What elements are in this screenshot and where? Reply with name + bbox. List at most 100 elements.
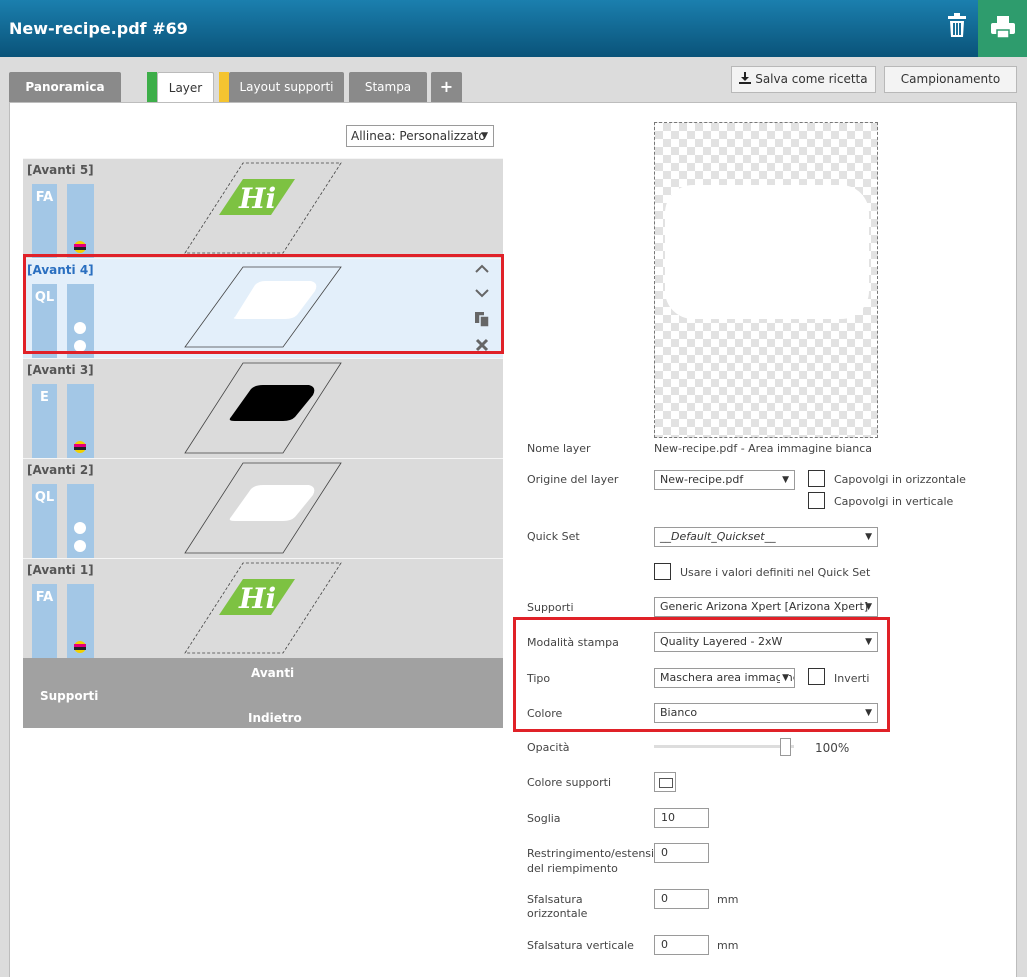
layer-color-lane [67, 184, 94, 259]
threshold-input[interactable]: 10 [654, 808, 709, 828]
flip-vertical-checkbox[interactable] [808, 492, 825, 509]
download-icon [739, 72, 752, 84]
align-dropdown[interactable]: Allinea: Personalizzato ▼ [346, 125, 494, 147]
preview-white-area [665, 185, 869, 319]
save-as-recipe-label: Salva come ricetta [755, 72, 868, 86]
layer-item-front-2[interactable]: [Avanti 2] QL [23, 458, 503, 559]
layer-name-value: New-recipe.pdf - Area immagine bianca [654, 442, 873, 455]
sampling-button[interactable]: Campionamento [884, 66, 1017, 93]
use-quickset-checkbox[interactable] [654, 563, 671, 580]
hi-logo-text: Hi [238, 182, 276, 215]
chevron-down-icon: ▼ [481, 131, 488, 141]
quickset-select[interactable]: __Default_Quickset__ ▼ [654, 527, 878, 547]
layer-mode-code: E [40, 390, 49, 405]
media-color-swatch[interactable] [654, 772, 676, 792]
media-label: Supporti [527, 601, 574, 614]
tab-overview[interactable]: Panoramica [9, 72, 121, 102]
cmyk-icon [74, 641, 86, 653]
layer-origin-value: New-recipe.pdf [660, 473, 744, 486]
tab-color-marker-yellow [219, 72, 229, 102]
layer-mode-lane: E [32, 384, 57, 459]
opacity-slider-handle[interactable] [780, 738, 791, 756]
sampling-label: Campionamento [900, 72, 1001, 86]
offset-horizontal-input[interactable]: 0 [654, 889, 709, 909]
layer-mode-code: FA [35, 190, 54, 205]
cmyk-icon [74, 241, 86, 253]
tab-layer[interactable]: Layer [157, 72, 214, 103]
offset-horizontal-label: Sfalsatura [527, 893, 583, 906]
use-quickset-label: Usare i valori definiti nel Quick Set [680, 566, 871, 579]
layer-mode-code: QL [34, 490, 55, 505]
layer-color-lane [67, 484, 94, 559]
tab-label: Layout supporti [239, 80, 334, 94]
flip-horizontal-label: Capovolgi in orizzontale [834, 473, 966, 486]
printer-icon [991, 16, 1015, 39]
flip-horizontal-checkbox[interactable] [808, 470, 825, 487]
print-settings-highlight [513, 617, 890, 732]
layer-thumbnail: Hi [184, 562, 342, 654]
layer-origin-select[interactable]: New-recipe.pdf ▼ [654, 470, 795, 490]
opacity-label: Opacità [527, 741, 570, 754]
layer-item-front-3[interactable]: [Avanti 3] E [23, 358, 503, 459]
opacity-slider-track[interactable] [654, 745, 794, 748]
layer-label: [Avanti 1] [27, 563, 94, 577]
layer-preview [654, 122, 878, 438]
media-color-label: Colore supporti [527, 776, 612, 789]
media-select[interactable]: Generic Arizona Xpert [Arizona Xpert] ▼ [654, 597, 878, 617]
align-dropdown-value: Allinea: Personalizzato [351, 129, 486, 143]
offset-vertical-unit: mm [717, 939, 739, 952]
media-bar-back[interactable]: Indietro [248, 711, 302, 725]
layer-mode-lane: QL [32, 484, 57, 559]
selected-layer-highlight [23, 254, 504, 354]
opacity-value: 100% [815, 741, 850, 755]
layer-name-label: Nome layer [527, 442, 591, 455]
save-as-recipe-button[interactable]: Salva come ricetta [731, 66, 876, 93]
offset-horizontal-label-line2: orizzontale [527, 907, 588, 920]
offset-horizontal-unit: mm [717, 893, 739, 906]
quickset-label: Quick Set [527, 530, 580, 543]
tab-label: Layer [168, 81, 203, 95]
white-ink-icon [74, 522, 86, 552]
layer-thumbnail [184, 462, 342, 554]
tab-media-layout[interactable]: Layout supporti [229, 72, 344, 102]
layer-thumbnail [184, 362, 342, 454]
chevron-down-icon: ▼ [865, 532, 872, 542]
layer-item-front-1[interactable]: [Avanti 1] FA Hi [23, 558, 503, 659]
title-bar: New-recipe.pdf #69 [0, 0, 1027, 57]
offset-vertical-label: Sfalsatura verticale [527, 939, 634, 952]
layer-mode-lane: FA [32, 584, 57, 659]
layer-label: [Avanti 3] [27, 363, 94, 377]
cmyk-icon [74, 441, 86, 453]
tab-color-marker-green [147, 72, 157, 102]
flip-vertical-label: Capovolgi in verticale [834, 495, 954, 508]
window-title: New-recipe.pdf #69 [9, 19, 188, 38]
layer-mode-lane: FA [32, 184, 57, 259]
fill-adjust-input[interactable]: 0 [654, 843, 709, 863]
plus-icon: + [439, 77, 454, 96]
tab-label: Panoramica [25, 80, 105, 94]
tab-print[interactable]: Stampa [349, 72, 427, 102]
hi-logo-text: Hi [238, 582, 276, 615]
media-bar-front[interactable]: Avanti [251, 666, 294, 680]
layer-item-front-5[interactable]: [Avanti 5] FA Hi [23, 158, 503, 259]
layer-color-lane [67, 384, 94, 459]
layer-color-lane [67, 584, 94, 659]
chevron-down-icon: ▼ [782, 475, 789, 485]
offset-vertical-input[interactable]: 0 [654, 935, 709, 955]
trash-icon[interactable] [944, 12, 970, 38]
fill-adjust-label-line2: del riempimento [527, 862, 618, 875]
media-value: Generic Arizona Xpert [Arizona Xpert] [660, 600, 869, 613]
chevron-down-icon: ▼ [865, 602, 872, 612]
print-button[interactable] [978, 0, 1027, 57]
tab-label: Stampa [364, 80, 412, 94]
media-bar-supports: Supporti [40, 689, 99, 703]
layer-mode-code: FA [35, 590, 54, 605]
threshold-label: Soglia [527, 812, 561, 825]
layer-thumbnail: Hi [184, 162, 342, 254]
fill-adjust-label: Restringimento/estensione [527, 847, 675, 860]
layer-origin-label: Origine del layer [527, 473, 619, 486]
layer-label: [Avanti 2] [27, 463, 94, 477]
tab-add[interactable]: + [431, 72, 462, 102]
media-bar: Supporti Avanti Indietro [23, 658, 503, 728]
quickset-value: __Default_Quickset__ [660, 530, 776, 543]
